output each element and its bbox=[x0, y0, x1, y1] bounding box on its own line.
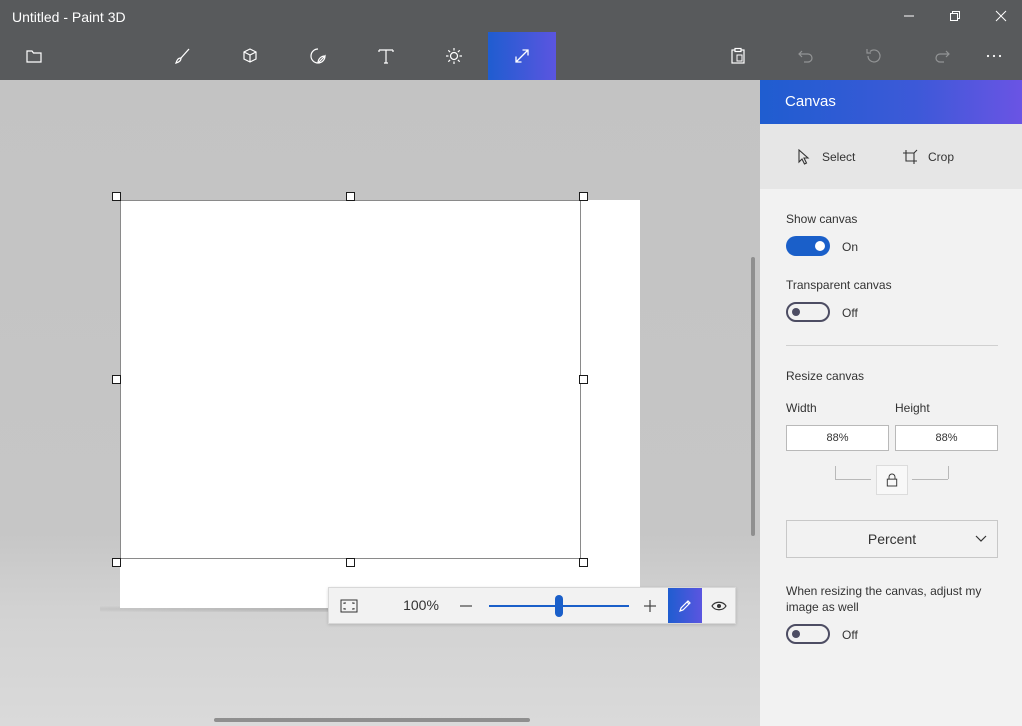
adjust-image-label: When resizing the canvas, adjust my imag… bbox=[786, 584, 982, 614]
redo-icon bbox=[935, 50, 950, 63]
adjust-image-toggle[interactable] bbox=[786, 624, 830, 644]
paste-button[interactable] bbox=[704, 32, 772, 80]
clipboard-icon bbox=[731, 47, 745, 64]
show-canvas-toggle[interactable] bbox=[786, 236, 830, 256]
history-button[interactable] bbox=[840, 32, 908, 80]
transparent-canvas-toggle[interactable] bbox=[786, 302, 830, 322]
undo-icon bbox=[798, 50, 813, 63]
cursor-icon bbox=[798, 149, 810, 165]
close-button[interactable] bbox=[978, 0, 1022, 32]
crop-label: Crop bbox=[928, 150, 955, 164]
zoom-slider-thumb[interactable] bbox=[555, 595, 563, 617]
more-icon bbox=[986, 54, 1002, 58]
transparent-canvas-label: Transparent canvas bbox=[786, 278, 892, 292]
crop-button[interactable]: Crop bbox=[902, 142, 954, 172]
canvas-button[interactable] bbox=[488, 32, 556, 80]
show-canvas-state: On bbox=[842, 240, 859, 254]
panel-title: Canvas bbox=[785, 93, 836, 110]
window-title: Untitled - Paint 3D bbox=[12, 9, 126, 25]
folder-icon bbox=[26, 50, 42, 63]
lock-aspect-ratio-button[interactable] bbox=[876, 465, 908, 495]
panel-tools: Select Crop bbox=[760, 124, 1022, 189]
brush-icon bbox=[175, 48, 190, 64]
sun-icon bbox=[446, 48, 462, 64]
restore-icon bbox=[950, 11, 960, 21]
resize-handle-right[interactable] bbox=[579, 375, 588, 384]
canvas-resize-frame[interactable] bbox=[120, 200, 581, 559]
plus-icon bbox=[644, 599, 656, 612]
horizontal-scrollbar[interactable] bbox=[214, 718, 530, 722]
resize-canvas-label: Resize canvas bbox=[786, 369, 865, 383]
canvas-panel: Canvas Select Crop Show canvas On Transp… bbox=[760, 80, 1022, 726]
width-input[interactable]: 88% bbox=[786, 425, 889, 451]
menu-button[interactable] bbox=[0, 32, 68, 80]
text-icon bbox=[378, 49, 394, 64]
undo-button[interactable] bbox=[772, 32, 840, 80]
lock-bracket-left-bottom bbox=[835, 479, 871, 480]
panel-header: Canvas bbox=[760, 80, 1022, 124]
resize-canvas-icon bbox=[515, 49, 529, 63]
edit-mode-button[interactable] bbox=[668, 588, 702, 623]
view-mode-button[interactable] bbox=[702, 588, 736, 623]
3d-shapes-button[interactable] bbox=[216, 32, 284, 80]
eye-icon bbox=[711, 601, 727, 610]
select-button[interactable]: Select bbox=[796, 142, 855, 172]
title-toolbar-bar: Untitled - Paint 3D bbox=[0, 0, 1022, 80]
maximize-button[interactable] bbox=[932, 0, 978, 32]
resize-handle-bottom[interactable] bbox=[346, 558, 355, 567]
resize-handle-top-right[interactable] bbox=[579, 192, 588, 201]
history-icon bbox=[866, 49, 881, 63]
lock-icon bbox=[886, 473, 898, 487]
minus-icon bbox=[460, 604, 472, 607]
text-button[interactable] bbox=[352, 32, 420, 80]
minimize-button[interactable] bbox=[886, 0, 932, 32]
select-label: Select bbox=[822, 150, 856, 164]
resize-handle-left[interactable] bbox=[112, 375, 121, 384]
chevron-down-icon bbox=[975, 535, 987, 542]
resize-handle-bottom-right[interactable] bbox=[579, 558, 588, 567]
show-canvas-label: Show canvas bbox=[786, 212, 858, 226]
resize-unit-value: Percent bbox=[867, 531, 917, 547]
brushes-button[interactable] bbox=[148, 32, 216, 80]
crop-icon bbox=[903, 149, 918, 164]
height-label: Height bbox=[895, 401, 930, 415]
lock-bracket-left bbox=[835, 466, 836, 479]
zoom-out-button[interactable] bbox=[453, 588, 479, 623]
vertical-scrollbar[interactable] bbox=[751, 257, 755, 536]
stickers-button[interactable] bbox=[284, 32, 352, 80]
cube-icon bbox=[243, 48, 257, 63]
zoom-in-button[interactable] bbox=[637, 588, 663, 623]
resize-unit-dropdown[interactable]: Percent bbox=[786, 520, 998, 558]
resize-handle-top-left[interactable] bbox=[112, 192, 121, 201]
close-icon bbox=[995, 10, 1007, 22]
zoom-value: 100% bbox=[403, 597, 439, 613]
zoom-bar: 100% bbox=[328, 587, 736, 624]
fit-to-screen-button[interactable] bbox=[329, 588, 369, 623]
transparent-canvas-state: Off bbox=[842, 306, 858, 320]
resize-handle-bottom-left[interactable] bbox=[112, 558, 121, 567]
more-button[interactable] bbox=[966, 32, 1022, 80]
lock-bracket-right bbox=[948, 466, 949, 479]
resize-handle-top[interactable] bbox=[346, 192, 355, 201]
workspace[interactable] bbox=[0, 80, 760, 726]
pencil-icon bbox=[679, 599, 691, 612]
height-input[interactable]: 88% bbox=[895, 425, 998, 451]
sticker-icon bbox=[310, 48, 326, 64]
minimize-icon bbox=[904, 15, 914, 17]
effects-button[interactable] bbox=[420, 32, 488, 80]
adjust-image-state: Off bbox=[842, 628, 858, 642]
width-label: Width bbox=[786, 401, 817, 415]
fit-screen-icon bbox=[340, 599, 358, 612]
panel-divider bbox=[786, 345, 998, 346]
lock-bracket-right-bottom bbox=[912, 479, 948, 480]
